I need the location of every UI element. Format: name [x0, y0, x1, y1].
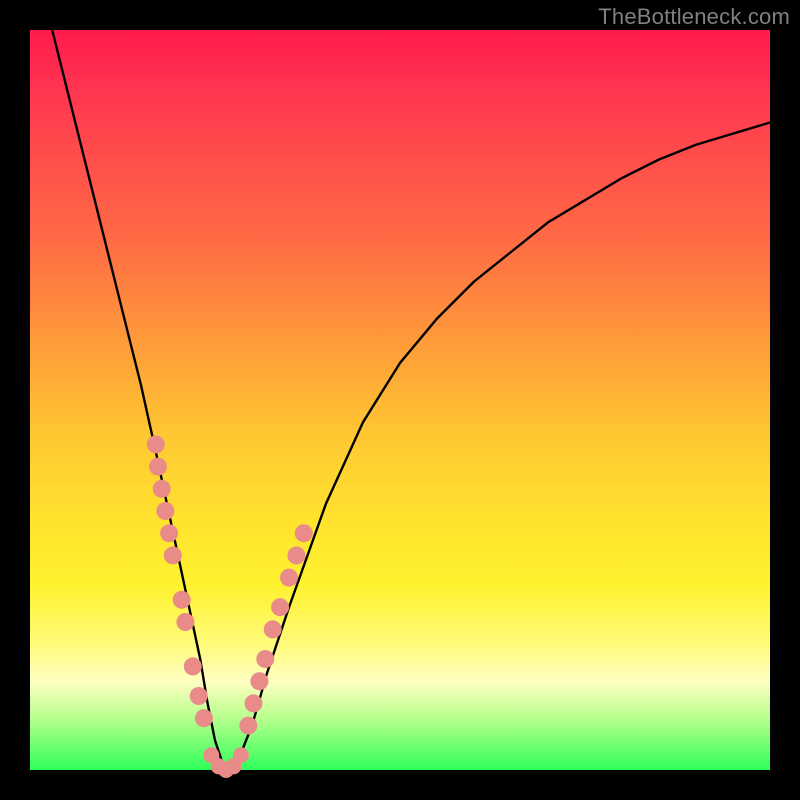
data-marker	[149, 458, 167, 476]
data-marker	[153, 480, 171, 498]
data-marker	[250, 672, 268, 690]
data-marker	[271, 598, 289, 616]
chart-plot-area	[30, 30, 770, 770]
data-marker	[280, 569, 298, 587]
watermark-text: TheBottleneck.com	[598, 4, 790, 30]
chart-frame: TheBottleneck.com	[0, 0, 800, 800]
data-marker	[164, 546, 182, 564]
data-marker	[239, 717, 257, 735]
data-marker	[160, 524, 178, 542]
data-marker	[287, 546, 305, 564]
data-marker	[147, 435, 165, 453]
data-marker	[156, 502, 174, 520]
data-marker	[256, 650, 274, 668]
bottleneck-curve	[52, 30, 770, 770]
data-markers	[147, 435, 313, 778]
data-marker	[173, 591, 191, 609]
data-marker	[264, 620, 282, 638]
data-marker	[176, 613, 194, 631]
data-marker	[184, 657, 202, 675]
data-marker	[245, 694, 263, 712]
data-marker	[195, 709, 213, 727]
data-marker	[295, 524, 313, 542]
chart-svg	[30, 30, 770, 770]
data-marker	[233, 747, 249, 763]
data-marker	[190, 687, 208, 705]
